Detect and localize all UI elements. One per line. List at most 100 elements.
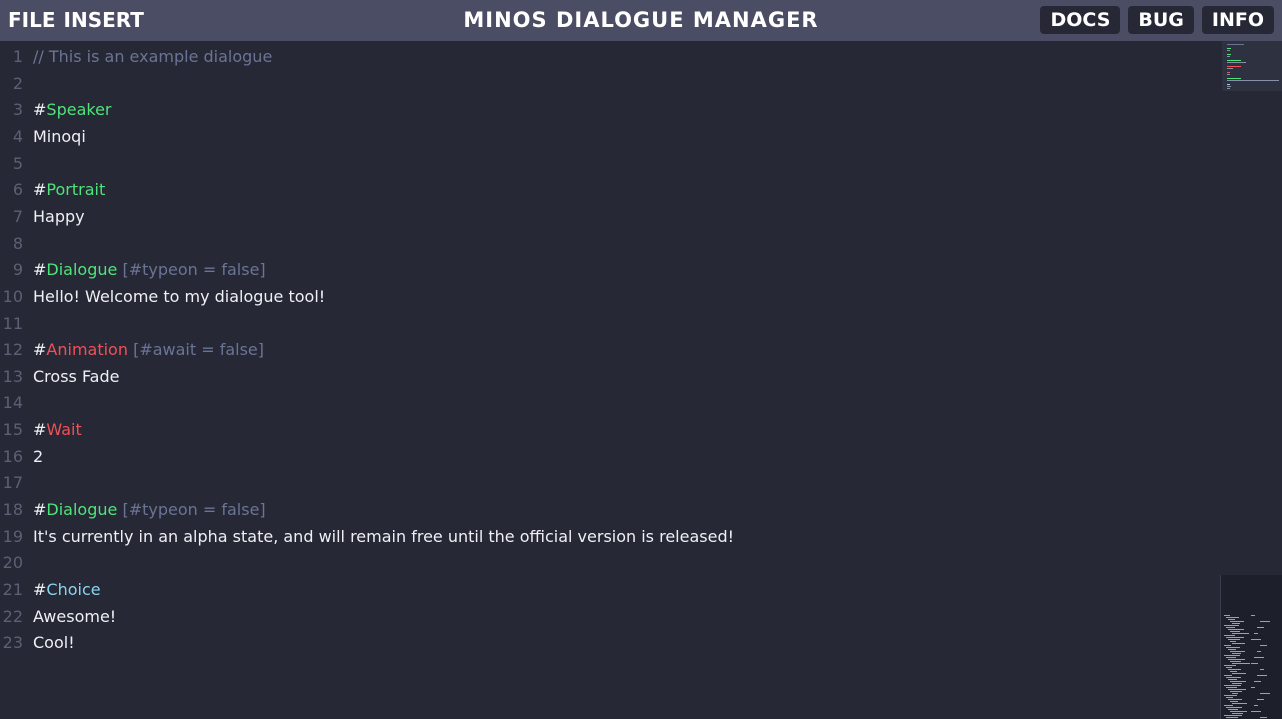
tag-keyword: Speaker [46,100,112,120]
thumbnail-line [1232,703,1247,704]
thumbnail-line [1224,685,1241,686]
line-number: 10 [2,286,23,306]
thumbnail-line [1228,649,1236,650]
editor-line[interactable]: 9 #Dialogue [#typeon = false] [0,257,1220,284]
insert-menu[interactable]: INSERT [64,6,144,34]
editor-line[interactable]: 10 Hello! Welcome to my dialogue tool! [0,284,1220,311]
editor-line[interactable]: 20 [0,550,1220,577]
file-menu[interactable]: FILE [8,6,56,34]
minimap-line [1227,68,1233,69]
thumbnail-line [1228,629,1244,630]
minimap[interactable] [1222,41,1282,91]
minimap-line [1227,62,1247,63]
thumbnail-line [1232,623,1240,624]
editor-line[interactable]: 14 [0,390,1220,417]
thumbnail-line [1251,687,1255,688]
thumbnail-line [1224,665,1236,666]
tag-hash: # [33,180,47,200]
thumbnail-line [1230,671,1237,672]
tag-keyword: Wait [46,420,82,440]
thumbnail-line [1260,645,1267,646]
thumbnail-line [1230,701,1238,702]
thumbnail-line [1226,647,1240,648]
thumbnail-line [1230,651,1245,652]
editor-line[interactable]: 19 It's currently in an alpha state, and … [0,524,1220,551]
editor-line[interactable]: 23 Cool! [0,630,1220,657]
editor-line[interactable]: 1 // This is an example dialogue [0,44,1220,71]
editor-line[interactable]: 7 Happy [0,204,1220,231]
thumbnail-line [1257,699,1264,700]
code-editor[interactable]: 1// This is an example dialogue 2 3 #Speake… [0,41,1222,719]
thumbnail-line [1224,615,1230,616]
line-content: Hello! Welcome to my dialogue tool! [33,284,325,310]
editor-line[interactable]: 21 #Choice [0,577,1220,604]
thumbnail-line [1224,695,1237,696]
line-content: Minoqi [33,124,86,150]
thumbnail-line [1228,679,1237,680]
thumbnail-line [1226,657,1236,658]
thumbnail-line [1228,709,1238,710]
line-text: It's currently in an alpha state, and wi… [33,526,735,546]
line-number: 23 [2,633,23,653]
line-content: #Dialogue [#typeon = false] [33,497,266,523]
line-number: 2 [12,73,23,93]
line-number: 16 [2,446,23,466]
thumbnail-line [1230,691,1242,692]
line-content: Awesome! [33,604,116,630]
line-content: #Dialogue [#typeon = false] [33,257,266,283]
tag-hash: # [33,340,47,360]
info-button[interactable]: INFO [1201,6,1274,34]
thumbnail-line [1260,621,1270,622]
editor-line[interactable]: 6 #Portrait [0,177,1220,204]
line-number: 8 [12,233,23,253]
code-comment: // This is an example dialogue [33,47,273,66]
thumbnail-line [1224,635,1235,636]
line-content: // This is an example dialogue [33,44,272,70]
thumbnail-line [1226,667,1232,668]
editor-line[interactable]: 12 #Animation [#await = false] [0,337,1220,364]
thumbnail-line [1226,697,1233,698]
minimap-line [1227,50,1231,51]
minimap-line [1227,74,1230,75]
line-content: Happy [33,204,85,230]
thumbnail-line [1228,689,1246,690]
minimap-line [1227,60,1242,61]
line-number: 13 [2,366,23,386]
line-number: 7 [12,206,23,226]
docs-button[interactable]: DOCS [1040,6,1121,34]
line-content: #Speaker [33,97,111,123]
minimap-line [1227,86,1232,87]
editor-line[interactable]: 15 #Wait [0,417,1220,444]
line-number: 5 [12,153,23,173]
editor-line[interactable]: 8 [0,231,1220,258]
minimap-line [1227,48,1231,49]
thumbnail-line [1232,673,1246,674]
thumbnail-line [1232,713,1243,714]
line-number: 17 [2,473,23,493]
editor-line[interactable]: 4 Minoqi [0,124,1220,151]
top-bar: FILE INSERT MINOS DIALOGUE MANAGER DOCS … [0,0,1282,41]
editor-line[interactable]: 22 Awesome! [0,604,1220,631]
thumbnail-line [1232,633,1249,634]
editor-line[interactable]: 3 #Speaker [0,97,1220,124]
line-content: Cross Fade [33,364,119,390]
editor-line[interactable]: 11 [0,311,1220,338]
editor-line[interactable]: 16 2 [0,444,1220,471]
tag-hash: # [33,420,47,440]
editor-line[interactable]: 13 Cross Fade [0,364,1220,391]
thumbnail-line [1230,621,1244,622]
minimap-line [1227,84,1231,85]
editor-line[interactable]: 2 [0,71,1220,98]
editor-line[interactable]: 5 [0,151,1220,178]
thumbnail-line [1232,663,1250,664]
line-number: 21 [2,580,23,599]
line-number: 6 [12,180,23,200]
thumbnail-line [1260,717,1267,718]
thumbnail-line [1226,707,1242,708]
thumbnail-line [1226,637,1244,638]
line-number: 1 [12,47,23,66]
tag-keyword: Dialogue [46,260,118,280]
editor-line[interactable]: 17 [0,470,1220,497]
bug-button[interactable]: BUG [1128,6,1194,34]
editor-line[interactable]: 18 #Dialogue [#typeon = false] [0,497,1220,524]
